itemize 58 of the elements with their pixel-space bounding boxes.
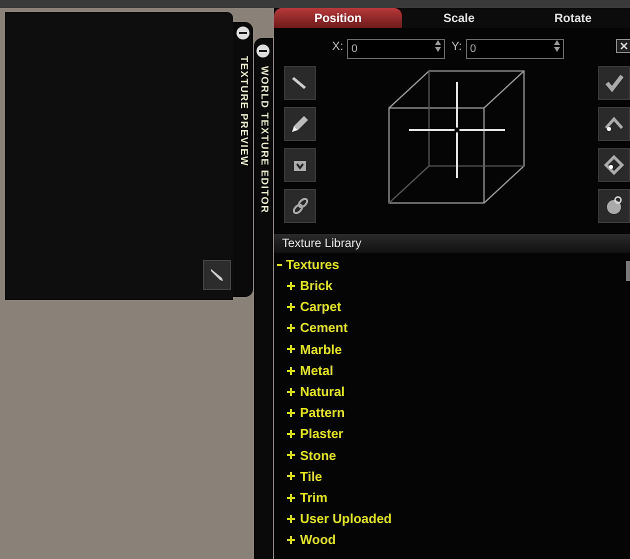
number-field[interactable]: 0 — [347, 39, 446, 59]
preview-side-tab[interactable]: TEXTURE PREVIEW — [233, 22, 253, 297]
plus-icon[interactable] — [287, 494, 295, 502]
number-field[interactable]: 0 — [466, 39, 564, 59]
sphere-icon — [604, 196, 624, 216]
plus-icon[interactable] — [287, 324, 295, 332]
pencil-icon — [208, 266, 226, 284]
collapse-icon[interactable] — [256, 44, 270, 58]
diamond-icon — [604, 155, 624, 175]
tree-item[interactable]: Plaster — [300, 424, 344, 444]
tree-item[interactable]: Marble — [300, 340, 342, 360]
tree-item[interactable]: User Uploaded — [300, 509, 392, 529]
plus-icon[interactable] — [287, 430, 295, 438]
section-header: Texture Library — [274, 234, 630, 253]
tree-item[interactable]: Carpet — [300, 297, 342, 317]
spinner-icon[interactable] — [554, 40, 560, 52]
plus-icon[interactable] — [287, 472, 295, 480]
tree-item[interactable]: Tile — [300, 466, 322, 486]
tool-button[interactable] — [598, 107, 630, 141]
plus-icon[interactable] — [287, 536, 295, 544]
plus-icon[interactable] — [287, 451, 295, 460]
tree-item[interactable]: Stone — [300, 446, 336, 466]
tree-item[interactable]: Metal — [300, 360, 334, 380]
tree-item[interactable]: Trim — [300, 488, 328, 508]
tool-button[interactable] — [598, 189, 630, 223]
close-icon[interactable] — [616, 39, 630, 53]
plus-icon[interactable] — [287, 345, 295, 354]
brush-icon — [290, 114, 310, 134]
panel-title: WORLD TEXTURE EDITOR — [258, 66, 268, 214]
tool-button[interactable] — [598, 148, 630, 182]
tree-item[interactable]: Textures — [286, 254, 340, 274]
tree-item[interactable]: Brick — [300, 276, 333, 296]
plus-icon[interactable] — [287, 408, 295, 417]
scrollbar-thumb[interactable] — [626, 261, 630, 281]
tree-item[interactable]: Wood — [300, 530, 336, 550]
plus-icon[interactable] — [287, 514, 295, 523]
tree-item[interactable]: Cement — [300, 318, 348, 338]
panel-title: TEXTURE PREVIEW — [238, 56, 248, 167]
tool-button[interactable] — [598, 66, 630, 100]
tool-button[interactable] — [284, 189, 316, 223]
tree-item[interactable]: Pattern — [300, 403, 345, 423]
preview-button[interactable] — [203, 260, 231, 290]
spinner-icon[interactable] — [435, 40, 442, 52]
collapse-icon[interactable] — [236, 26, 250, 40]
tab[interactable]: Position — [274, 8, 402, 28]
check-icon — [604, 73, 624, 93]
editor-side-tab[interactable]: WORLD TEXTURE EDITOR — [254, 38, 273, 559]
tool-button[interactable] — [284, 107, 316, 141]
plus-icon[interactable] — [287, 366, 295, 375]
plus-icon[interactable] — [287, 302, 295, 311]
field-label: X: — [332, 38, 344, 55]
tree-item[interactable]: Natural — [300, 382, 345, 402]
chain-icon — [290, 196, 310, 216]
tool-button[interactable] — [284, 66, 316, 100]
tool-button[interactable] — [284, 148, 316, 182]
plus-icon[interactable] — [287, 282, 295, 290]
plus-icon[interactable] — [287, 388, 295, 396]
field-label: Y: — [451, 38, 462, 55]
